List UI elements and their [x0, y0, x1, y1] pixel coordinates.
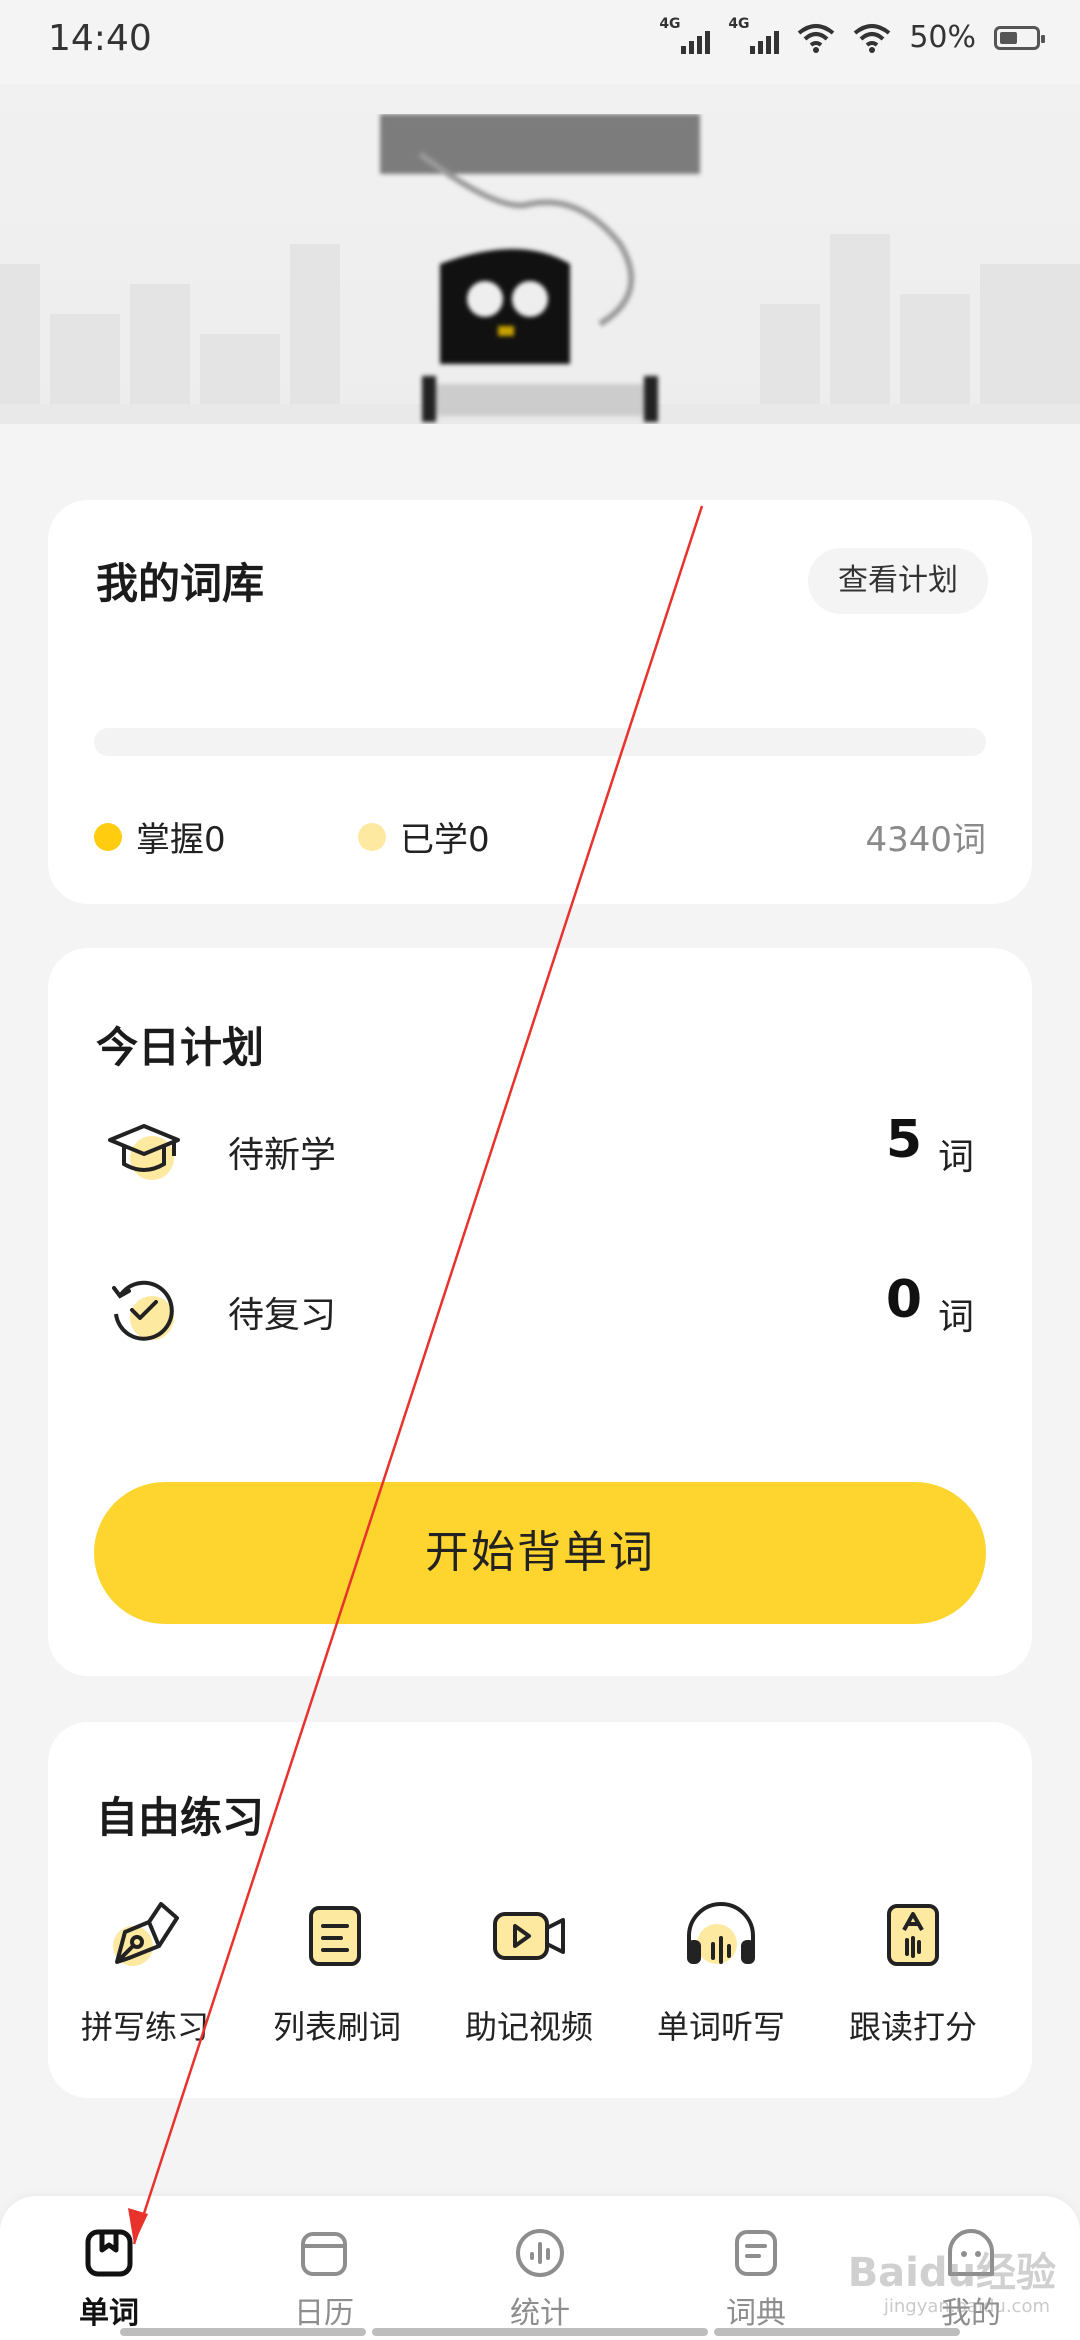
- tab-words[interactable]: 单词: [34, 2226, 184, 2332]
- plan-review-unit: 词: [937, 1297, 974, 1338]
- battery-percent: 50%: [909, 20, 976, 55]
- tool-word-dictation[interactable]: 单词听写: [626, 1892, 816, 2048]
- watermark-url: jingyan.baidu.com: [883, 2296, 1050, 2317]
- start-learning-button[interactable]: 开始背单词: [94, 1482, 986, 1624]
- plan-new-count: 5: [885, 1110, 922, 1170]
- battery-level: [1000, 31, 1017, 44]
- stats-icon: [516, 2229, 564, 2277]
- plan-row-review[interactable]: 待复习 0 词: [48, 1260, 1032, 1360]
- list-document-icon: [309, 1906, 361, 1966]
- tool-mnemonic-video[interactable]: 助记视频: [434, 1892, 624, 2048]
- app-logo: [370, 114, 710, 424]
- tool-list-review[interactable]: 列表刷词: [242, 1892, 432, 2048]
- word-library-card: 我的词库 查看计划 掌握0 已学0 4340词: [48, 500, 1032, 904]
- tab-label: 日历: [294, 2296, 354, 2331]
- home-indicator-segment: [372, 2328, 708, 2336]
- tool-label: 单词听写: [656, 2008, 785, 2046]
- free-practice-title: 自由练习: [96, 1793, 265, 1842]
- mastered-dot-icon: [94, 822, 122, 851]
- cellular-signal-icon: 4G: [659, 16, 711, 54]
- pen-nib-icon: [113, 1902, 179, 1966]
- book-icon: [85, 2229, 133, 2277]
- graduation-cap-icon: [108, 1124, 180, 1180]
- tab-label: 词典: [726, 2296, 786, 2331]
- plan-review-label: 待复习: [228, 1295, 337, 1336]
- mascot-image: [380, 114, 700, 422]
- status-icons: 4G 4G 50%: [659, 16, 1045, 55]
- headphones-icon: [687, 1902, 755, 1964]
- watermark-brand: Baidu经验: [847, 2250, 1056, 2296]
- today-plan-title: 今日计划: [96, 1023, 265, 1072]
- tab-label: 单词: [79, 2296, 139, 2331]
- free-practice-card: 自由练习 拼写练习 列表刷词 助记视频 单词听写 跟读打分: [48, 1722, 1032, 2098]
- tool-read-along-score[interactable]: 跟读打分: [818, 1892, 1008, 2048]
- wifi-icon: [798, 23, 835, 53]
- home-indicator-segment: [120, 2328, 366, 2336]
- plan-new-label: 待新学: [228, 1135, 337, 1176]
- battery-icon: [994, 25, 1045, 50]
- review-clock-icon: [112, 1280, 174, 1341]
- read-along-icon: [887, 1904, 939, 1966]
- plan-new-unit: 词: [937, 1137, 974, 1178]
- tool-label: 跟读打分: [848, 2008, 977, 2046]
- home-indicator-segment: [714, 2328, 960, 2336]
- plan-row-new[interactable]: 待新学 5 词: [48, 1100, 1032, 1200]
- video-camera-icon: [493, 1912, 565, 1960]
- tool-spelling-practice[interactable]: 拼写练习: [50, 1892, 240, 2048]
- learned-legend: 已学0: [358, 812, 490, 861]
- library-title: 我的词库: [96, 559, 265, 608]
- library-total: 4340词: [865, 820, 986, 860]
- tool-label: 拼写练习: [80, 2008, 209, 2046]
- dictionary-icon: [735, 2230, 777, 2276]
- tool-label: 助记视频: [464, 2008, 593, 2046]
- wifi-icon-2: [854, 23, 891, 53]
- tab-calendar[interactable]: 日历: [249, 2226, 399, 2332]
- view-plan-button[interactable]: 查看计划: [808, 548, 988, 614]
- mastered-label: 掌握0: [136, 820, 226, 860]
- status-time: 14:40: [48, 18, 152, 59]
- practice-tools: 拼写练习 列表刷词 助记视频 单词听写 跟读打分: [48, 1892, 1032, 2072]
- tab-label: 统计: [510, 2296, 570, 2331]
- calendar-icon: [301, 2232, 347, 2276]
- tab-dictionary[interactable]: 词典: [681, 2226, 831, 2332]
- cellular-signal-icon-2: 4G: [728, 16, 780, 54]
- tab-statistics[interactable]: 统计: [465, 2226, 615, 2332]
- hero-banner: [0, 84, 1080, 424]
- plan-review-count: 0: [885, 1270, 922, 1330]
- status-bar: 14:40 4G 4G 50%: [0, 0, 1080, 84]
- today-plan-card: 今日计划 待新学 5 词 待复习 0 词 开始背单词: [48, 948, 1032, 1676]
- library-progress-bar: [94, 728, 986, 756]
- network-type-label: 4G: [659, 15, 681, 32]
- network-type-label-2: 4G: [728, 15, 750, 32]
- tool-label: 列表刷词: [272, 2008, 401, 2046]
- learned-dot-icon: [358, 822, 386, 851]
- mastered-legend: 掌握0: [94, 812, 226, 861]
- learned-label: 已学0: [400, 820, 490, 860]
